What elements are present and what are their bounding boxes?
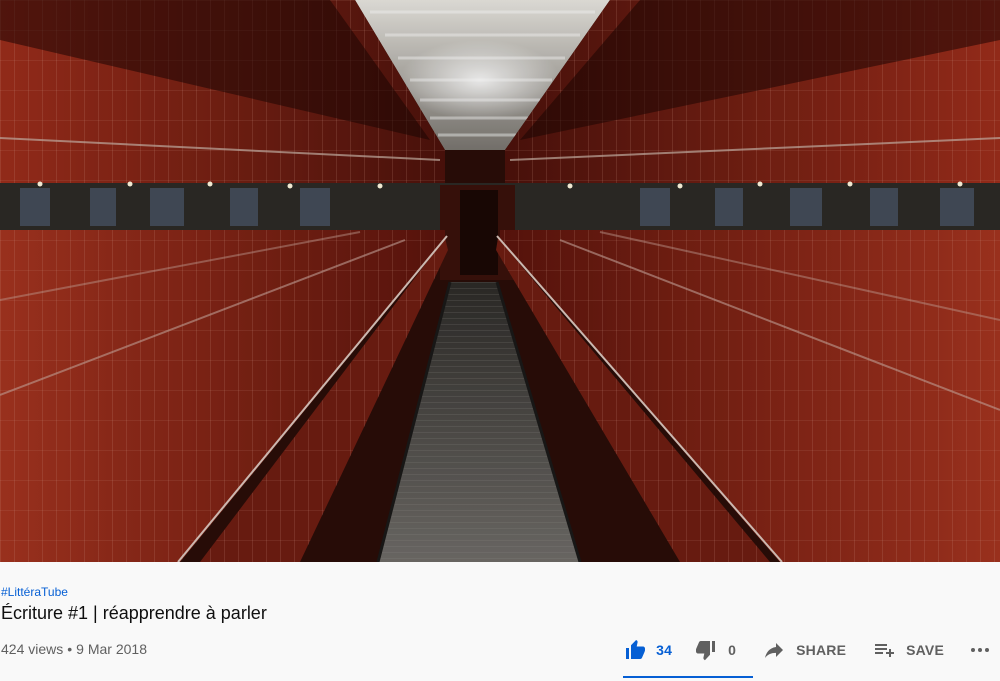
share-label: SHARE — [796, 642, 847, 658]
save-label: SAVE — [906, 642, 944, 658]
video-frame-image — [0, 0, 1000, 562]
watch-page: #LittéraTube Écriture #1 | réapprendre à… — [0, 0, 1000, 681]
share-icon — [762, 638, 786, 662]
upload-date: 9 Mar 2018 — [76, 641, 147, 657]
more-icon — [968, 638, 992, 662]
thumb-up-icon — [623, 638, 647, 662]
playlist-add-icon — [872, 638, 896, 662]
video-info: 424 views • 9 Mar 2018 — [1, 640, 147, 658]
save-button[interactable]: SAVE — [858, 632, 958, 668]
separator-dot: • — [67, 641, 73, 657]
action-bar: 34 0 SHARE SAVE — [615, 632, 1000, 668]
thumb-down-icon — [694, 638, 718, 662]
like-count: 34 — [656, 642, 673, 658]
video-title: Écriture #1 | réapprendre à parler — [1, 603, 267, 623]
sentiment-bar-fill — [623, 676, 753, 678]
more-actions-button[interactable] — [958, 632, 1000, 668]
dislike-count: 0 — [728, 642, 737, 658]
like-button[interactable]: 34 — [615, 632, 684, 668]
video-player[interactable] — [0, 0, 1000, 562]
view-count: 424 views — [1, 641, 64, 657]
sentiment-bar — [623, 676, 753, 678]
dislike-button[interactable]: 0 — [684, 632, 750, 668]
share-button[interactable]: SHARE — [750, 632, 858, 668]
hashtag-link[interactable]: #LittéraTube — [1, 585, 68, 599]
